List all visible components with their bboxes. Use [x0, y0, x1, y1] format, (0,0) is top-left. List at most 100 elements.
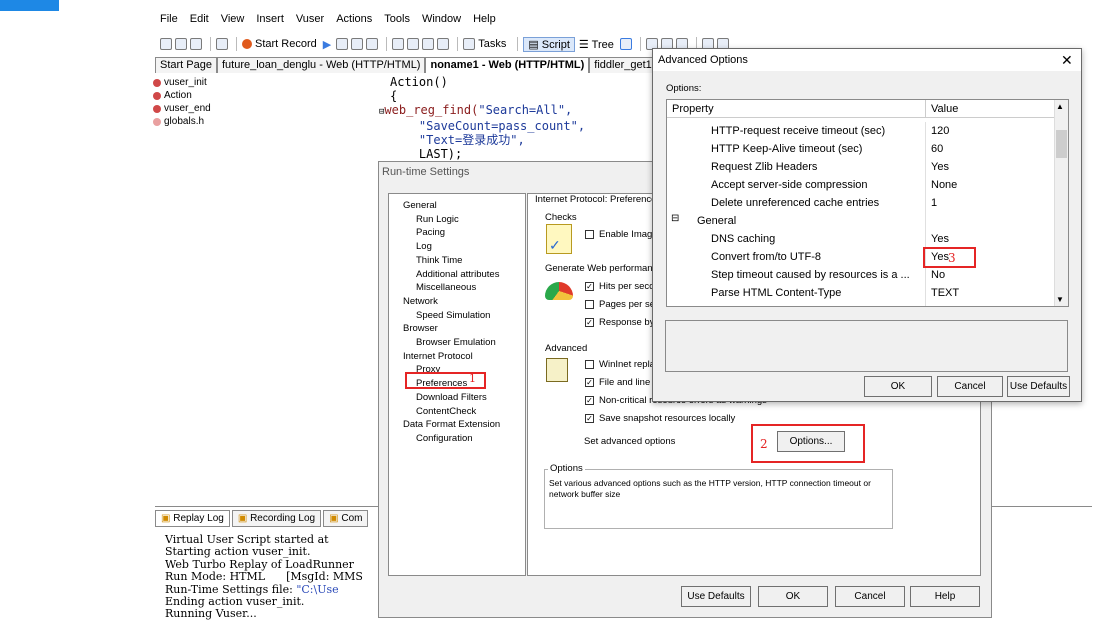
- settings-tree-item[interactable]: Pacing: [416, 227, 445, 238]
- scroll-down-icon[interactable]: ▼: [1056, 295, 1064, 304]
- save-snapshot-checkbox[interactable]: ✓ Save snapshot resources locally: [585, 413, 735, 424]
- tab-future-loan-denglu[interactable]: future_loan_denglu - Web (HTTP/HTML): [216, 57, 426, 73]
- tree-view-button[interactable]: ☰ Tree: [579, 38, 614, 51]
- find-icon[interactable]: [216, 38, 228, 50]
- cancel-button[interactable]: Cancel: [937, 376, 1003, 397]
- stop-icon[interactable]: [336, 38, 349, 50]
- grid-row[interactable]: Step timeout caused by resources is a ..…: [667, 266, 1055, 284]
- wininet-checkbox[interactable]: WinInet repla: [585, 359, 655, 370]
- bookmark-icon[interactable]: [437, 38, 450, 50]
- checkbox[interactable]: [585, 229, 594, 239]
- tab-compilation[interactable]: ▣ Com: [323, 509, 369, 527]
- settings-tree-item[interactable]: ContentCheck: [416, 406, 476, 417]
- settings-tree-item[interactable]: Configuration: [416, 433, 473, 444]
- grid-row[interactable]: DNS caching Yes: [667, 230, 1055, 248]
- grid-row[interactable]: HTTP Keep-Alive timeout (sec) 60: [667, 140, 1055, 158]
- settings-tree-item[interactable]: Speed Simulation: [416, 310, 490, 321]
- checkbox[interactable]: ✓: [585, 413, 594, 423]
- tree-item[interactable]: vuser_end: [153, 102, 381, 115]
- column-property[interactable]: Property: [672, 103, 714, 115]
- watch-icon[interactable]: [422, 38, 435, 50]
- file-and-line-checkbox[interactable]: ✓ File and line i: [585, 377, 655, 388]
- pages-per-second-checkbox[interactable]: Pages per se: [585, 299, 655, 310]
- code-editor[interactable]: Action(){⊟web_reg_find("Search=All", "Sa…: [379, 75, 585, 161]
- settings-tree-item[interactable]: Data Format Extension: [403, 419, 500, 430]
- settings-tree-item[interactable]: Browser: [403, 323, 438, 334]
- grid-row[interactable]: 100: [667, 302, 1055, 306]
- menu-view[interactable]: View: [221, 13, 245, 29]
- tasks-button[interactable]: Tasks: [478, 38, 506, 50]
- play-icon[interactable]: ▶: [323, 38, 331, 51]
- property-value[interactable]: 60: [931, 143, 943, 155]
- checkbox[interactable]: [585, 359, 594, 369]
- settings-tree-item[interactable]: Log: [416, 241, 432, 252]
- settings-tree-item[interactable]: Run Logic: [416, 214, 459, 225]
- open-icon[interactable]: [175, 38, 187, 50]
- cancel-button[interactable]: Cancel: [835, 586, 905, 607]
- menu-file[interactable]: File: [160, 13, 178, 29]
- ok-button[interactable]: OK: [864, 376, 932, 397]
- close-icon[interactable]: ✕: [1061, 52, 1073, 69]
- hits-per-second-checkbox[interactable]: ✓ Hits per secc: [585, 281, 654, 292]
- settings-tree-item[interactable]: Additional attributes: [416, 269, 499, 280]
- property-value[interactable]: No: [931, 269, 945, 281]
- property-value[interactable]: Yes: [931, 233, 949, 245]
- property-value[interactable]: 100: [931, 305, 949, 306]
- grid-row[interactable]: Delete unreferenced cache entries 1: [667, 194, 1055, 212]
- tree-item[interactable]: globals.h: [153, 115, 381, 128]
- menu-help[interactable]: Help: [473, 13, 496, 29]
- breakpoint-icon[interactable]: [392, 38, 405, 50]
- start-record-button[interactable]: Start Record: [255, 38, 317, 50]
- tree-item[interactable]: vuser_init: [153, 76, 381, 89]
- tab-noname1[interactable]: noname1 - Web (HTTP/HTML): [425, 57, 590, 73]
- checkbox[interactable]: ✓: [585, 395, 594, 405]
- grid-row[interactable]: HTTP-request receive timeout (sec) 120: [667, 122, 1055, 140]
- menu-vuser[interactable]: Vuser: [296, 13, 324, 29]
- settings-tree-item[interactable]: Browser Emulation: [416, 337, 496, 348]
- help-button[interactable]: Help: [910, 586, 980, 607]
- column-value[interactable]: Value: [931, 103, 958, 115]
- collapse-icon[interactable]: ⊟: [671, 213, 679, 224]
- use-defaults-button[interactable]: Use Defaults: [681, 586, 751, 607]
- menu-window[interactable]: Window: [422, 13, 461, 29]
- menu-edit[interactable]: Edit: [190, 13, 209, 29]
- grid-row[interactable]: Request Zlib Headers Yes: [667, 158, 1055, 176]
- ok-button[interactable]: OK: [758, 586, 828, 607]
- tab-recording-log[interactable]: ▣ Recording Log: [231, 509, 322, 527]
- menu-actions[interactable]: Actions: [336, 13, 372, 29]
- settings-tree-item[interactable]: Miscellaneous: [416, 282, 476, 293]
- property-value[interactable]: 120: [931, 125, 949, 137]
- layout-icon[interactable]: [619, 38, 632, 50]
- grid-row[interactable]: ⊟ General: [667, 212, 1055, 230]
- settings-tree-item[interactable]: Download Filters: [416, 392, 487, 403]
- compile-icon[interactable]: [366, 38, 379, 50]
- response-by-checkbox[interactable]: ✓ Response by: [585, 317, 654, 328]
- property-value[interactable]: None: [931, 179, 957, 191]
- checkbox[interactable]: [585, 299, 594, 309]
- checkbox[interactable]: ✓: [585, 317, 594, 327]
- tree-item[interactable]: Action: [153, 89, 381, 102]
- grid-row[interactable]: Parse HTML Content-Type TEXT: [667, 284, 1055, 302]
- menu-insert[interactable]: Insert: [256, 13, 284, 29]
- settings-tree-item[interactable]: Network: [403, 296, 438, 307]
- scroll-up-icon[interactable]: ▲: [1056, 102, 1064, 111]
- property-value[interactable]: TEXT: [931, 287, 959, 299]
- new-script-icon[interactable]: [160, 38, 172, 50]
- pause-icon[interactable]: [351, 38, 364, 50]
- step-icon[interactable]: [407, 38, 420, 50]
- grid-row[interactable]: Accept server-side compression None: [667, 176, 1055, 194]
- checkbox[interactable]: ✓: [585, 281, 594, 291]
- menu-tools[interactable]: Tools: [384, 13, 410, 29]
- enable-image-checkbox[interactable]: Enable Image: [585, 229, 658, 240]
- settings-tree-item[interactable]: Internet Protocol: [403, 351, 473, 362]
- settings-tree-item[interactable]: Think Time: [416, 255, 462, 266]
- grid-row[interactable]: Convert from/to UTF-8 Yes: [667, 248, 1055, 266]
- options-property-grid[interactable]: Property Value HTTP-request receive time…: [666, 99, 1069, 307]
- save-icon[interactable]: [190, 38, 202, 50]
- script-view-button[interactable]: ▤ Script: [523, 36, 575, 52]
- use-defaults-button[interactable]: Use Defaults: [1007, 376, 1070, 397]
- scroll-thumb[interactable]: [1056, 130, 1067, 158]
- grid-scrollbar[interactable]: ▲ ▼: [1054, 100, 1068, 306]
- property-value[interactable]: 1: [931, 197, 937, 209]
- tab-replay-log[interactable]: ▣ Replay Log: [155, 509, 230, 527]
